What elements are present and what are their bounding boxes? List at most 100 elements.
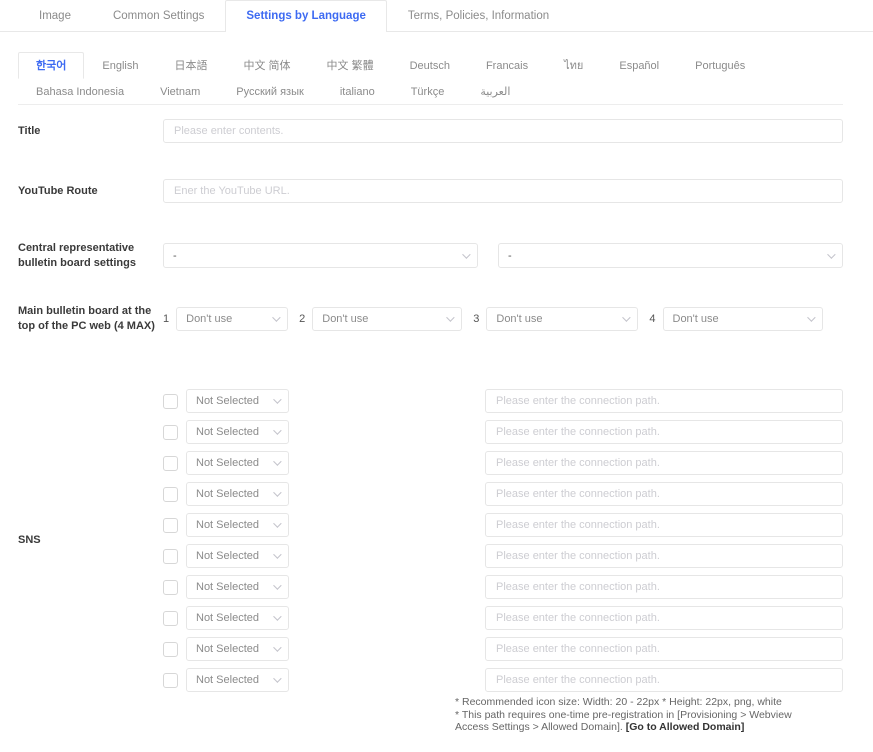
language-tab[interactable]: 中文 简体 [225, 52, 308, 78]
sns-path-input[interactable] [485, 451, 843, 475]
sns-row: Not Selected [163, 482, 843, 506]
select-value: Not Selected [196, 612, 259, 624]
language-tab[interactable]: italiano [322, 78, 393, 104]
sns-path-input[interactable] [485, 575, 843, 599]
sns-checkbox[interactable] [163, 394, 178, 409]
language-tab[interactable]: Русский язык [218, 78, 322, 104]
sns-type-select[interactable]: Not Selected [186, 420, 289, 444]
main-board-select[interactable]: Don't use [486, 307, 638, 331]
select-value: Not Selected [196, 674, 259, 686]
main-board-select[interactable]: Don't use [312, 307, 462, 331]
chevron-down-icon [272, 313, 280, 321]
select-value: Not Selected [196, 519, 259, 531]
top-tab[interactable]: Settings by Language [225, 0, 387, 32]
sns-path-input[interactable] [485, 544, 843, 568]
sns-section: SNS Not Selected Not Selected Not Select… [18, 389, 843, 692]
language-tab[interactable]: العربية [462, 78, 528, 104]
select-value: Not Selected [196, 488, 259, 500]
go-to-allowed-domain-link[interactable]: [Go to Allowed Domain] [626, 721, 745, 733]
language-tab-label: Español [619, 60, 659, 72]
top-tab[interactable]: Common Settings [92, 0, 225, 31]
top-tab[interactable]: Image [18, 0, 92, 31]
language-tab-label: 한국어 [36, 60, 66, 72]
sns-type-select[interactable]: Not Selected [186, 389, 289, 413]
language-tab[interactable]: Türkçe [393, 78, 463, 104]
sns-path-input[interactable] [485, 637, 843, 661]
sns-checkbox[interactable] [163, 425, 178, 440]
sns-checkbox[interactable] [163, 611, 178, 626]
language-tab-label: Türkçe [411, 86, 445, 98]
sns-checkbox[interactable] [163, 549, 178, 564]
central-board-select-2[interactable]: - [498, 243, 843, 268]
language-tab-label: ไทย [564, 60, 583, 72]
sns-row: Not Selected [163, 668, 843, 692]
central-board-select-1[interactable]: - [163, 243, 478, 268]
sns-row: Not Selected [163, 637, 843, 661]
sns-checkbox[interactable] [163, 642, 178, 657]
sns-type-select[interactable]: Not Selected [186, 637, 289, 661]
language-tab[interactable]: Español [601, 52, 677, 78]
sns-path-input[interactable] [485, 606, 843, 630]
central-board-row: Central representative bulletin board se… [18, 241, 843, 271]
main-board-slot: 1 Don't use [163, 307, 288, 331]
language-tab[interactable]: 中文 繁體 [309, 52, 392, 78]
main-board-select[interactable]: Don't use [176, 307, 288, 331]
language-tab[interactable]: Português [677, 52, 763, 78]
sns-type-select[interactable]: Not Selected [186, 606, 289, 630]
main-board-slots: 1 Don't use 2 Don't use 3 Don't use 4 Do… [163, 307, 843, 331]
language-tab[interactable]: Vietnam [142, 78, 218, 104]
language-tab[interactable]: English [84, 52, 156, 78]
language-tab[interactable]: Deutsch [392, 52, 468, 78]
title-label: Title [18, 124, 163, 139]
sns-label: SNS [18, 533, 163, 548]
chevron-down-icon [273, 396, 281, 404]
language-tab[interactable]: 한국어 [18, 52, 84, 79]
chevron-down-icon [273, 520, 281, 528]
language-tab[interactable]: Francais [468, 52, 546, 78]
sns-checkbox[interactable] [163, 580, 178, 595]
slot-number: 3 [473, 313, 479, 325]
sns-path-input[interactable] [485, 482, 843, 506]
language-tab[interactable]: Bahasa Indonesia [18, 78, 142, 104]
chevron-down-icon [273, 551, 281, 559]
sns-checkbox[interactable] [163, 456, 178, 471]
select-value: Not Selected [196, 395, 259, 407]
slot-number: 2 [299, 313, 305, 325]
sns-type-select[interactable]: Not Selected [186, 513, 289, 537]
sns-rows: Not Selected Not Selected Not Selected N… [163, 389, 843, 692]
title-row: Title [18, 119, 843, 143]
top-tab[interactable]: Terms, Policies, Information [387, 0, 570, 31]
sns-checkbox[interactable] [163, 487, 178, 502]
sns-path-input[interactable] [485, 389, 843, 413]
chevron-down-icon [446, 313, 454, 321]
sns-path-input[interactable] [485, 420, 843, 444]
main-board-row: Main bulletin board at the top of the PC… [18, 304, 843, 334]
select-value: Don't use [673, 313, 719, 325]
footnotes: * Recommended icon size: Width: 20 - 22p… [455, 696, 813, 733]
sns-row: Not Selected [163, 389, 843, 413]
chevron-down-icon [462, 250, 470, 258]
sns-type-select[interactable]: Not Selected [186, 668, 289, 692]
sns-row: Not Selected [163, 606, 843, 630]
sns-type-select[interactable]: Not Selected [186, 575, 289, 599]
main-board-select[interactable]: Don't use [663, 307, 823, 331]
title-input[interactable] [163, 119, 843, 143]
language-tab[interactable]: ไทย [546, 52, 601, 78]
sns-checkbox[interactable] [163, 673, 178, 688]
chevron-down-icon [623, 313, 631, 321]
sns-path-input[interactable] [485, 668, 843, 692]
sns-type-select[interactable]: Not Selected [186, 544, 289, 568]
sns-type-select[interactable]: Not Selected [186, 451, 289, 475]
top-tab-bar: Image Common Settings Settings by Langua… [0, 0, 873, 32]
youtube-url-input[interactable] [163, 179, 843, 203]
slot-number: 4 [649, 313, 655, 325]
select-value: - [173, 250, 177, 262]
sns-checkbox[interactable] [163, 518, 178, 533]
chevron-down-icon [273, 582, 281, 590]
sns-type-select[interactable]: Not Selected [186, 482, 289, 506]
language-tab-bar: 한국어 English 日本語 中文 简体 中文 繁體 Deutsch Fran… [18, 52, 843, 105]
chevron-down-icon [273, 675, 281, 683]
sns-path-input[interactable] [485, 513, 843, 537]
language-tab-label: italiano [340, 86, 375, 98]
language-tab[interactable]: 日本語 [156, 52, 225, 78]
